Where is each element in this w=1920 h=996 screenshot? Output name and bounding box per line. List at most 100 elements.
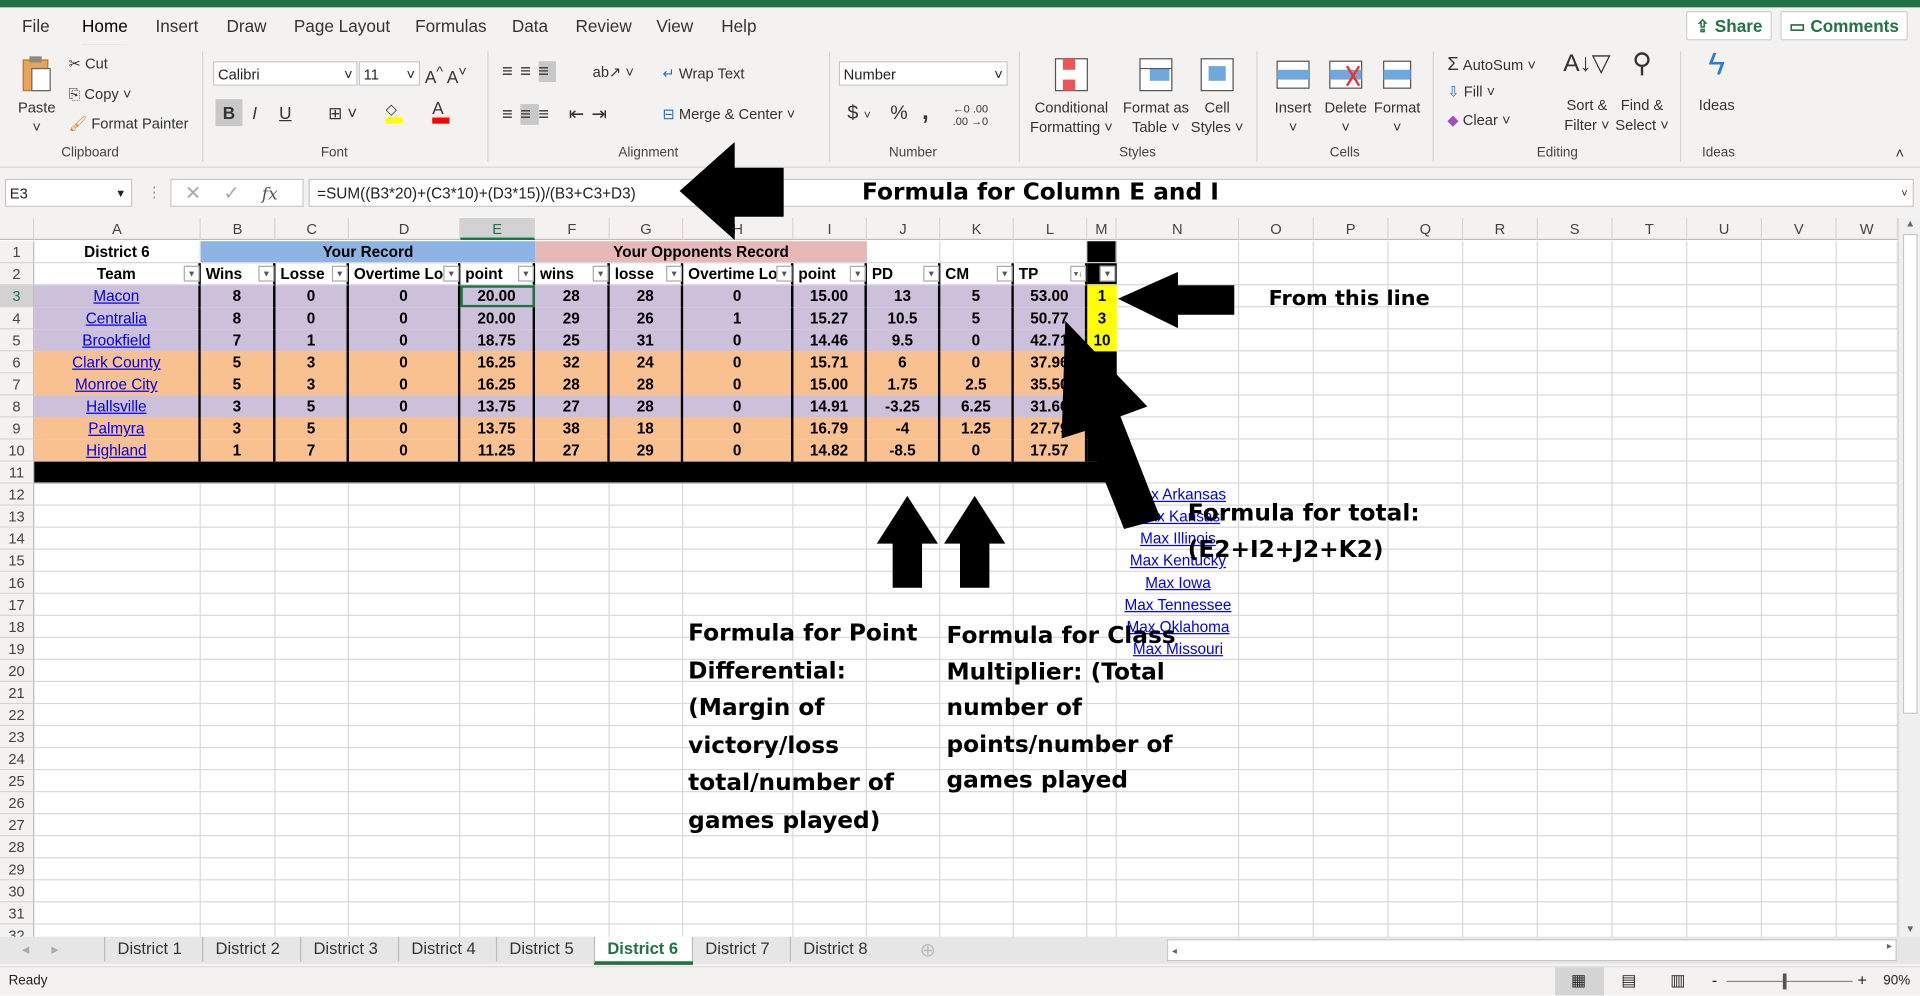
cell[interactable] — [1313, 461, 1389, 484]
cell[interactable] — [348, 726, 461, 749]
zoom-slider[interactable] — [1726, 980, 1853, 983]
cell[interactable] — [793, 880, 867, 903]
cell[interactable] — [535, 814, 610, 837]
team-link[interactable]: Palmyra — [34, 417, 201, 440]
cell[interactable] — [1687, 836, 1763, 859]
number-format-select[interactable]: Number ˅ — [838, 61, 1008, 86]
cell[interactable]: 0 — [275, 285, 349, 308]
cell[interactable] — [683, 483, 794, 506]
cell[interactable] — [1313, 417, 1389, 440]
cell[interactable] — [348, 637, 461, 661]
cell[interactable] — [1087, 593, 1117, 616]
currency-button[interactable]: $ ˅ — [847, 103, 871, 125]
cell[interactable] — [1239, 571, 1314, 594]
cell[interactable] — [683, 902, 794, 925]
sheet-tab-district-3[interactable]: District 3 — [300, 936, 399, 962]
cell[interactable] — [683, 505, 794, 528]
wrap-text-button[interactable]: ↵ Wrap Text — [662, 65, 744, 82]
sheet-tab-district-4[interactable]: District 4 — [397, 936, 497, 962]
cell[interactable]: 6.25 — [940, 395, 1014, 418]
cell[interactable] — [1836, 770, 1898, 793]
cell[interactable]: 5 — [200, 373, 276, 396]
column-header-C[interactable]: C — [275, 217, 349, 241]
cell[interactable] — [1762, 902, 1837, 925]
cell[interactable]: 9.5 — [866, 329, 941, 352]
cell[interactable] — [1388, 351, 1464, 374]
add-sheet-button[interactable]: ⊕ — [920, 938, 936, 962]
cell[interactable] — [1313, 329, 1389, 352]
cell[interactable] — [683, 549, 794, 572]
cell[interactable] — [1313, 682, 1389, 705]
cell[interactable]: 37.96 — [1013, 351, 1088, 374]
cell[interactable] — [940, 902, 1014, 925]
column-header-A[interactable]: A — [34, 217, 201, 241]
cell[interactable] — [348, 770, 461, 793]
row-header-14[interactable]: 14 — [0, 527, 35, 550]
cell[interactable] — [1836, 527, 1898, 550]
cell[interactable]: 38 — [535, 417, 610, 440]
cell[interactable] — [460, 880, 536, 903]
column-header-V[interactable]: V — [1762, 217, 1837, 241]
cell[interactable] — [1836, 858, 1898, 881]
cell[interactable] — [200, 704, 276, 727]
cell[interactable] — [1239, 858, 1314, 881]
cell[interactable] — [1388, 836, 1464, 859]
cell[interactable] — [940, 571, 1014, 594]
cell[interactable] — [1537, 461, 1613, 484]
borders-button[interactable]: ⊞ ˅ — [328, 103, 357, 124]
cell[interactable] — [460, 792, 536, 815]
column-header-L[interactable]: L — [1013, 217, 1088, 241]
cell[interactable] — [1463, 726, 1538, 749]
cell[interactable] — [348, 682, 461, 705]
cell[interactable] — [609, 637, 684, 661]
cell[interactable] — [1116, 373, 1240, 396]
cell[interactable] — [1463, 241, 1538, 264]
cell[interactable] — [1013, 836, 1088, 859]
cell[interactable] — [793, 527, 867, 550]
cell[interactable]: 13 — [866, 285, 941, 308]
cell[interactable] — [609, 483, 684, 506]
cell[interactable] — [1612, 241, 1688, 264]
cell[interactable] — [1388, 439, 1464, 462]
cell[interactable] — [1762, 329, 1837, 352]
rank-cell[interactable] — [1087, 417, 1117, 440]
page-break-view-button[interactable]: ▥ — [1670, 971, 1685, 991]
cell[interactable] — [1388, 770, 1464, 793]
cell[interactable] — [1836, 483, 1898, 506]
cell[interactable]: 1.75 — [866, 373, 941, 396]
cell[interactable]: 0 — [348, 307, 461, 330]
cell[interactable] — [348, 704, 461, 727]
cell[interactable] — [1313, 770, 1389, 793]
cell[interactable]: 3 — [200, 417, 276, 440]
column-header-M[interactable]: M — [1087, 217, 1117, 241]
cell[interactable] — [1313, 660, 1389, 683]
cell[interactable] — [1612, 814, 1688, 837]
tab-home[interactable]: Home — [82, 16, 129, 48]
cell[interactable] — [1463, 395, 1538, 418]
cell[interactable] — [460, 748, 536, 771]
scroll-thumb[interactable] — [1902, 233, 1918, 714]
cell[interactable] — [1612, 770, 1688, 793]
cell[interactable] — [535, 836, 610, 859]
cell[interactable] — [1537, 593, 1613, 616]
cell[interactable] — [1612, 373, 1688, 396]
cell[interactable] — [1612, 858, 1688, 881]
cell[interactable] — [1463, 483, 1538, 506]
cell[interactable] — [535, 571, 610, 594]
cell[interactable] — [1463, 615, 1538, 638]
zoom-out-button[interactable]: - — [1712, 971, 1717, 989]
cell[interactable] — [1087, 483, 1117, 506]
cell[interactable] — [460, 704, 536, 727]
cell[interactable] — [1687, 263, 1763, 286]
cell[interactable] — [275, 660, 349, 683]
cell[interactable]: 28 — [535, 373, 610, 396]
cell[interactable] — [1239, 748, 1314, 771]
cell[interactable] — [609, 505, 684, 528]
cell[interactable] — [535, 527, 610, 550]
tab-view[interactable]: View — [656, 16, 693, 36]
team-link[interactable]: Centralia — [34, 307, 201, 330]
cell[interactable] — [1463, 373, 1538, 396]
cell[interactable]: 0 — [683, 439, 794, 462]
cell[interactable] — [1388, 660, 1464, 683]
cell[interactable] — [460, 527, 536, 550]
